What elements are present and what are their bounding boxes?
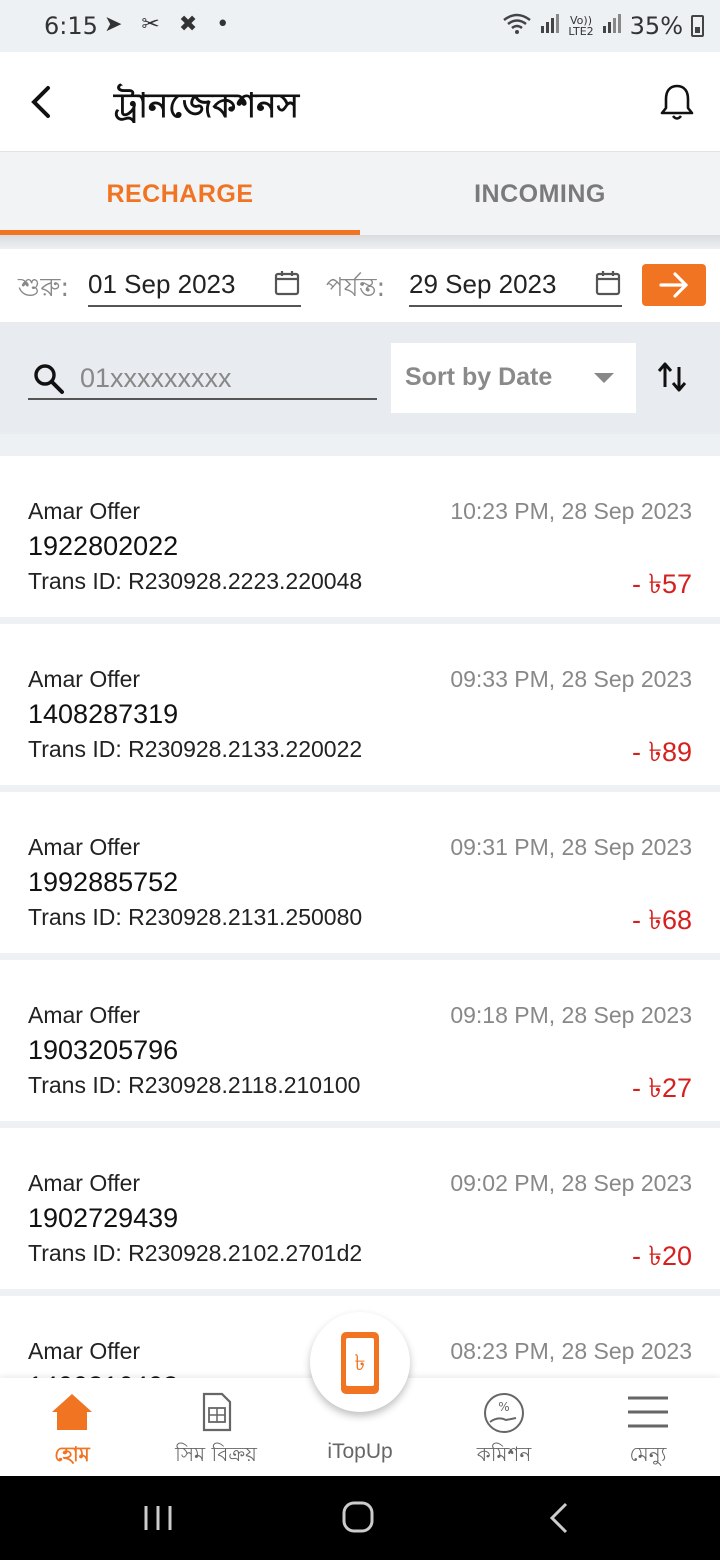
menu-icon — [628, 1396, 668, 1428]
transaction-time: 09:31 PM, 28 Sep 2023 — [450, 834, 692, 860]
system-nav-bar — [0, 1476, 720, 1560]
trans-id: Trans ID: R230928.2118.210100 — [28, 1072, 361, 1098]
battery-percent: 35% — [629, 12, 683, 40]
to-date-value: 29 Sep 2023 — [409, 269, 557, 299]
dropdown-caret-icon — [594, 373, 614, 383]
to-date-label: পর্যন্ত: — [326, 273, 386, 303]
tab-incoming[interactable]: INCOMING — [360, 152, 720, 236]
tab-bar: RECHARGE INCOMING — [0, 152, 720, 236]
transaction-card[interactable]: Amar Offer 09:31 PM, 28 Sep 2023 1992885… — [0, 792, 720, 953]
transaction-card[interactable]: Amar Offer 09:18 PM, 28 Sep 2023 1903205… — [0, 960, 720, 1121]
back-nav-icon[interactable] — [540, 1500, 580, 1536]
trans-id: Trans ID: R230928.2102.2701d2 — [28, 1240, 363, 1266]
svg-text:%: % — [498, 1400, 509, 1414]
transaction-time: 09:18 PM, 28 Sep 2023 — [450, 1002, 692, 1028]
transaction-card[interactable]: Amar Offer 09:02 PM, 28 Sep 2023 1902729… — [0, 1128, 720, 1289]
status-time: 6:15 — [44, 12, 98, 40]
phone-taka-icon: ৳ — [341, 1332, 379, 1394]
sort-order-button[interactable] — [650, 355, 694, 399]
itopup-button[interactable]: ৳ — [310, 1312, 410, 1412]
transaction-time: 10:23 PM, 28 Sep 2023 — [450, 498, 692, 524]
tab-recharge[interactable]: RECHARGE — [0, 152, 360, 236]
filter-bar: Sort by Date — [0, 322, 720, 434]
signal-icon-2 — [602, 12, 622, 40]
from-date-value: 01 Sep 2023 — [88, 269, 236, 299]
divider — [0, 235, 720, 249]
battery-icon — [691, 15, 704, 37]
home-icon — [52, 1394, 92, 1430]
transaction-card[interactable]: Amar Offer 09:33 PM, 28 Sep 2023 1408287… — [0, 624, 720, 785]
nav-sim-sale[interactable]: সিম বিক্রয় — [144, 1378, 288, 1476]
msisdn: 1903205796 — [28, 1035, 179, 1065]
amount: - ৳57 — [632, 569, 692, 599]
sim-card-icon — [202, 1392, 232, 1432]
apply-date-button[interactable] — [642, 264, 706, 306]
status-bar: 6:15 ➤ ✂ ✖ • Vo)) LTE2 35% — [0, 0, 720, 52]
operator-label: Amar Offer — [28, 834, 141, 860]
amount: - ৳20 — [632, 1241, 692, 1271]
transaction-card[interactable]: Amar Offer 10:23 PM, 28 Sep 2023 1922802… — [0, 456, 720, 617]
date-range-bar: শুরু: 01 Sep 2023 পর্যন্ত: 29 Sep 2023 — [0, 249, 720, 322]
network-type-label: Vo)) LTE2 — [568, 14, 594, 38]
calendar-icon — [274, 271, 300, 296]
amount: - ৳68 — [632, 905, 692, 935]
search-input[interactable] — [80, 360, 370, 396]
to-date-field[interactable]: 29 Sep 2023 — [409, 263, 622, 307]
nav-menu-label: মেন্যু — [629, 1442, 667, 1466]
nav-home[interactable]: হোম — [0, 1378, 144, 1476]
home-button-icon[interactable] — [338, 1500, 378, 1536]
back-arrow-icon — [31, 86, 50, 118]
recent-apps-icon[interactable] — [138, 1500, 178, 1536]
svg-text:৳: ৳ — [355, 1351, 366, 1376]
notifications-button[interactable] — [654, 80, 700, 126]
app-bar: ট্রানজেকশনস — [0, 52, 720, 152]
from-date-label: শুরু: — [18, 273, 70, 303]
sort-arrows-icon — [657, 362, 687, 392]
nav-menu[interactable]: মেন্যু — [576, 1378, 720, 1476]
signal-icon — [540, 12, 560, 40]
nav-sim-sale-label: সিম বিক্রয় — [175, 1442, 257, 1466]
arrow-right-icon — [659, 272, 688, 298]
sort-dropdown[interactable]: Sort by Date — [391, 343, 636, 413]
transaction-time: 09:33 PM, 28 Sep 2023 — [450, 666, 692, 692]
msisdn: 1922802022 — [28, 531, 179, 561]
bell-icon — [660, 84, 694, 120]
status-right: Vo)) LTE2 35% — [502, 12, 704, 40]
trans-id: Trans ID: R230928.2131.250080 — [28, 904, 363, 930]
trans-id: Trans ID: R230928.2223.220048 — [28, 568, 363, 594]
msisdn: 1992885752 — [28, 867, 179, 897]
trans-id: Trans ID: R230928.2133.220022 — [28, 736, 363, 762]
from-date-field[interactable]: 01 Sep 2023 — [88, 263, 301, 307]
search-field — [28, 356, 377, 400]
operator-label: Amar Offer — [28, 1002, 141, 1028]
amount: - ৳27 — [632, 1073, 692, 1103]
page-title: ট্রানজেকশনস — [114, 86, 300, 126]
calendar-icon — [595, 271, 621, 296]
notification-icons: ➤ ✂ ✖ • — [104, 12, 236, 37]
operator-label: Amar Offer — [28, 1170, 141, 1196]
amount: - ৳89 — [632, 737, 692, 767]
transaction-time: 08:23 PM, 28 Sep 2023 — [450, 1338, 692, 1364]
operator-label: Amar Offer — [28, 498, 141, 524]
back-button[interactable] — [20, 78, 68, 126]
wifi-icon — [502, 12, 532, 40]
search-icon — [34, 364, 64, 394]
operator-label: Amar Offer — [28, 666, 141, 692]
operator-label: Amar Offer — [28, 1338, 141, 1364]
transaction-time: 09:02 PM, 28 Sep 2023 — [450, 1170, 692, 1196]
nav-home-label: হোম — [54, 1442, 90, 1466]
nav-commission[interactable]: % কমিশন — [432, 1378, 576, 1476]
sort-dropdown-label: Sort by Date — [405, 363, 553, 391]
nav-commission-label: কমিশন — [476, 1442, 532, 1466]
nav-itopup-label: iTopUp — [327, 1440, 393, 1463]
msisdn: 1902729439 — [28, 1203, 179, 1233]
msisdn: 1408287319 — [28, 699, 179, 729]
commission-icon: % — [484, 1393, 524, 1433]
